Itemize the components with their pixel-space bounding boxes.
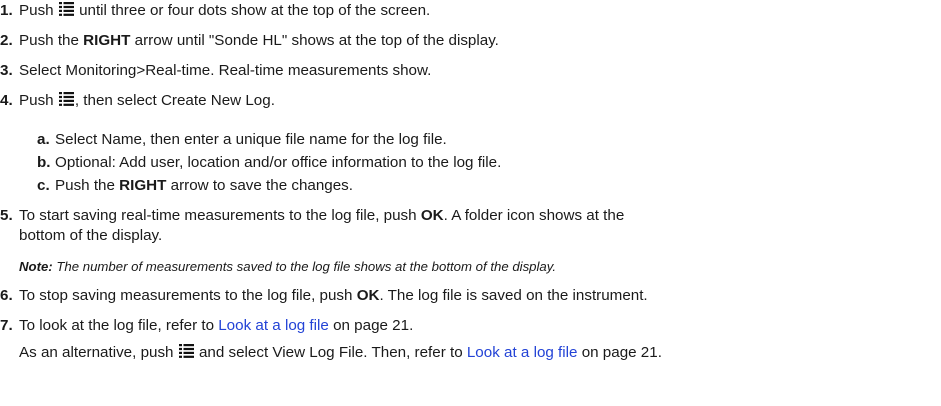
log-file-link[interactable]: Look at a log file — [218, 317, 329, 334]
step-number: 4. — [0, 92, 13, 109]
substep-text: Select Name, then enter a unique file na… — [55, 131, 447, 148]
step-text: Push — [19, 2, 58, 19]
step-number: 5. — [0, 207, 13, 224]
alternative-text: on page 21. — [577, 344, 662, 361]
substep-letter: b. — [37, 154, 51, 171]
menu-icon — [58, 2, 74, 16]
key-name: RIGHT — [119, 177, 167, 194]
step-number: 2. — [0, 32, 13, 49]
step-text: To start saving real-time measurements t… — [19, 207, 421, 224]
substep-letter: c. — [37, 177, 50, 194]
key-name: OK — [420, 207, 444, 224]
menu-icon — [58, 92, 74, 106]
note-label: Note: — [19, 259, 53, 274]
step-text: To look at the log file, refer to — [19, 317, 219, 334]
key-name: RIGHT — [83, 32, 131, 49]
instruction-list: 1. Push until three or four dots show at… — [0, 0, 941, 406]
alternative-text: and select View Log File. Then, refer to — [194, 344, 467, 361]
step-number: 7. — [0, 317, 13, 334]
step-number: 6. — [0, 287, 13, 304]
step-text: until three or four dots show at the top… — [74, 2, 431, 19]
key-name: OK — [356, 287, 380, 304]
step-text: , then select Create New Log. — [74, 92, 275, 109]
step-text: Select Monitoring>Real-time. Real-time m… — [19, 62, 432, 79]
step-text: bottom of the display. — [19, 227, 163, 244]
note-text: The number of measurements saved to the … — [52, 259, 557, 274]
step-text: . The log file is saved on the instrumen… — [379, 287, 648, 304]
substep-text: Optional: Add user, location and/or offi… — [55, 154, 502, 171]
step-text: To stop saving measurements to the log f… — [19, 287, 357, 304]
substep-text: Push the — [55, 177, 120, 194]
step-text: Push — [19, 92, 58, 109]
alternative-text: As an alternative, push — [19, 344, 178, 361]
step-text: . A folder icon shows at the — [443, 207, 625, 224]
step-text: arrow until "Sonde HL" shows at the top … — [130, 32, 499, 49]
step-number: 1. — [0, 2, 13, 19]
menu-icon — [178, 344, 194, 358]
substep-text: arrow to save the changes. — [166, 177, 353, 194]
substep-letter: a. — [37, 131, 50, 148]
log-file-link[interactable]: Look at a log file — [467, 344, 578, 361]
step-text: Push the — [19, 32, 84, 49]
step-text: on page 21. — [328, 317, 414, 334]
step-number: 3. — [0, 62, 13, 79]
